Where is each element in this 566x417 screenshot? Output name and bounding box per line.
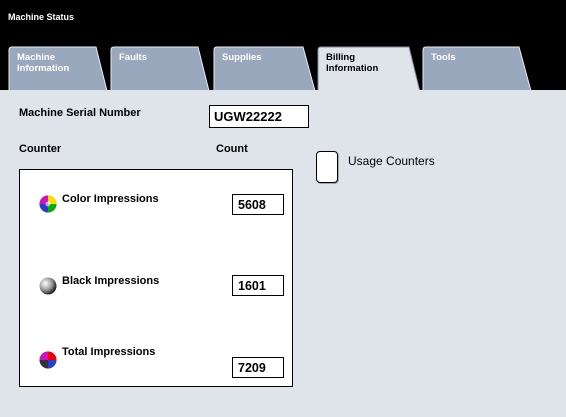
tab-tools[interactable]: Tools <box>422 46 532 92</box>
color-wheel-icon <box>39 195 57 213</box>
tab-label: Supplies <box>222 52 262 63</box>
total-wheel-icon <box>39 351 57 369</box>
tab-billing-information[interactable]: Billing Information <box>317 46 421 92</box>
tab-label: Faults <box>119 52 147 63</box>
tab-label: Machine Information <box>17 52 70 74</box>
tab-supplies[interactable]: Supplies <box>213 46 316 92</box>
counter-header: Counter <box>19 143 62 155</box>
tab-machine-information[interactable]: Machine Information <box>8 46 108 92</box>
black-sphere-icon <box>39 277 57 295</box>
tab-bar: Machine Information Faults Supplies Bill… <box>0 46 566 92</box>
title-bar: Machine Status <box>0 0 566 46</box>
color-impressions-label: Color Impressions <box>62 193 159 205</box>
black-impressions-label: Black Impressions <box>62 275 160 287</box>
usage-counters-label: Usage Counters <box>348 154 435 168</box>
window-title: Machine Status <box>8 12 75 22</box>
billing-panel: Machine Serial Number UGW22222 Counter C… <box>0 90 566 417</box>
serial-number-value: UGW22222 <box>209 105 309 128</box>
counter-list: Color Impressions 5608 Black Impressions… <box>19 169 293 387</box>
count-header: Count <box>216 143 248 155</box>
tab-faults[interactable]: Faults <box>110 46 210 92</box>
total-impressions-label: Total Impressions <box>62 346 156 358</box>
total-impressions-value: 7209 <box>232 357 284 378</box>
serial-number-label: Machine Serial Number <box>19 107 141 119</box>
usage-counters-button[interactable] <box>316 151 338 183</box>
color-impressions-value: 5608 <box>232 194 284 215</box>
black-impressions-value: 1601 <box>232 275 284 296</box>
tab-label: Tools <box>431 52 456 63</box>
tab-label: Billing Information <box>326 52 379 74</box>
